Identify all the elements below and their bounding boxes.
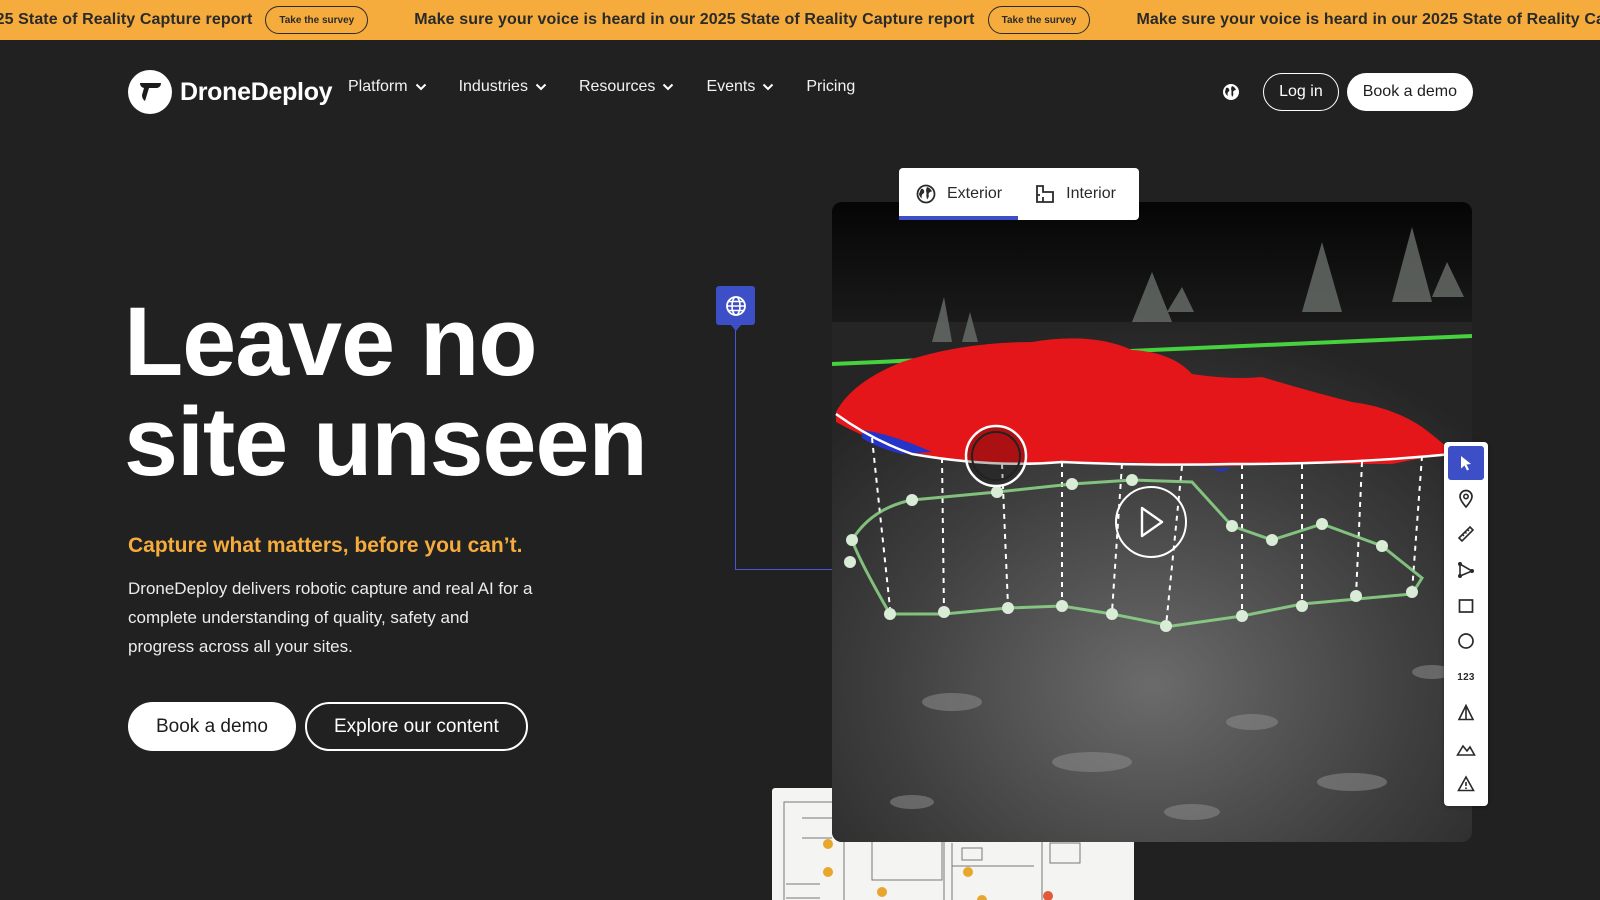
- hazard-icon: [1457, 775, 1475, 792]
- play-video-button[interactable]: [1115, 486, 1187, 558]
- hazard-tool[interactable]: [1448, 767, 1484, 801]
- brand-logo[interactable]: DroneDeploy: [128, 70, 333, 114]
- announcement-item: Make sure your voice is heard in our 202…: [414, 6, 1091, 34]
- login-button[interactable]: Log in: [1263, 73, 1339, 111]
- volume-icon: [1457, 703, 1475, 721]
- brand-name: DroneDeploy: [180, 77, 333, 106]
- nav-item-label: Resources: [578, 78, 656, 95]
- announcement-text: Make sure your voice is heard in our 202…: [1136, 11, 1600, 28]
- nav-item-industries[interactable]: Industries: [459, 78, 547, 96]
- measurement-toolbar: 123: [1444, 442, 1488, 806]
- announcement-item: Make sure your voice is heard in our 202…: [1136, 6, 1600, 34]
- location-pin-icon: [1459, 489, 1473, 508]
- cursor-tool[interactable]: [1448, 446, 1484, 480]
- hero-cta-group: Book a demo Explore our content: [128, 702, 528, 751]
- count-icon: 123: [1457, 671, 1475, 683]
- viewer-mode-tabs: Exterior Interior: [899, 168, 1139, 220]
- globe-icon: [725, 295, 746, 316]
- nav-item-platform[interactable]: Platform: [348, 78, 427, 96]
- tab-exterior[interactable]: Exterior: [899, 168, 1019, 220]
- announcement-item: Make sure your voice is heard in our 202…: [0, 6, 369, 34]
- circle-tool[interactable]: [1448, 624, 1484, 658]
- pin-tail: [731, 325, 741, 331]
- elevation-tool[interactable]: [1448, 732, 1484, 766]
- nav-item-label: Events: [706, 78, 756, 95]
- book-demo-nav-button[interactable]: Book a demo: [1346, 73, 1473, 111]
- chevron-down-icon: [663, 83, 674, 91]
- polyline-tool[interactable]: [1448, 553, 1484, 587]
- rectangle-icon: [1458, 598, 1474, 613]
- tab-label: Interior: [1066, 185, 1116, 202]
- count-tool[interactable]: 123: [1448, 660, 1484, 694]
- nav-actions: Log in Book a demo: [1220, 73, 1473, 111]
- main-navbar: DroneDeploy Platform Industries Resource…: [0, 40, 1600, 144]
- rectangle-tool[interactable]: [1448, 589, 1484, 623]
- chevron-down-icon: [535, 83, 547, 91]
- hero-title: Leave no site unseen: [124, 287, 648, 496]
- dronedeploy-logo-icon: [128, 70, 172, 114]
- hero-description: DroneDeploy delivers robotic capture and…: [128, 579, 533, 656]
- globe-icon: [916, 184, 936, 204]
- chevron-down-icon: [415, 83, 426, 91]
- tab-interior[interactable]: Interior: [1018, 168, 1132, 220]
- ruler-tool[interactable]: [1448, 517, 1484, 551]
- ruler-icon: [1457, 526, 1475, 543]
- nav-item-label: Platform: [348, 78, 408, 95]
- volume-tool[interactable]: [1448, 696, 1484, 730]
- polyline-icon: [1458, 562, 1474, 579]
- nav-menu: Platform Industries Resources Events Pri…: [348, 78, 887, 96]
- hero-title-line: site unseen: [124, 387, 648, 496]
- explore-content-button[interactable]: Explore our content: [304, 702, 528, 751]
- book-demo-button[interactable]: Book a demo: [128, 702, 296, 751]
- circle-icon: [1458, 633, 1474, 650]
- nav-item-events[interactable]: Events: [706, 78, 774, 96]
- language-selector[interactable]: [1220, 81, 1242, 103]
- hero-title-line: Leave no: [124, 287, 537, 396]
- take-survey-button[interactable]: Take the survey: [265, 6, 369, 34]
- nav-item-resources[interactable]: Resources: [579, 78, 674, 96]
- location-pin-tool[interactable]: [1448, 482, 1484, 516]
- globe-icon: [1223, 84, 1240, 100]
- pin-connector-line: [735, 330, 833, 570]
- floorplan-icon: [1036, 185, 1055, 203]
- nav-item-pricing[interactable]: Pricing: [806, 78, 855, 96]
- announcement-bar: Make sure your voice is heard in our 202…: [0, 0, 1600, 40]
- take-survey-button[interactable]: Take the survey: [987, 6, 1091, 34]
- location-pin-marker[interactable]: [716, 286, 755, 325]
- cursor-icon: [1461, 456, 1471, 471]
- chevron-down-icon: [763, 83, 774, 91]
- elevation-icon: [1456, 744, 1476, 756]
- play-icon: [1140, 506, 1164, 538]
- announcement-text: Make sure your voice is heard in our 202…: [0, 11, 253, 28]
- nav-item-label: Industries: [458, 78, 528, 95]
- nav-item-label: Pricing: [806, 78, 856, 95]
- announcement-track: Make sure your voice is heard in our 202…: [0, 0, 1600, 40]
- tab-label: Exterior: [947, 185, 1003, 202]
- hero-subtitle: Capture what matters, before you can’t.: [128, 534, 523, 557]
- announcement-text: Make sure your voice is heard in our 202…: [414, 11, 975, 28]
